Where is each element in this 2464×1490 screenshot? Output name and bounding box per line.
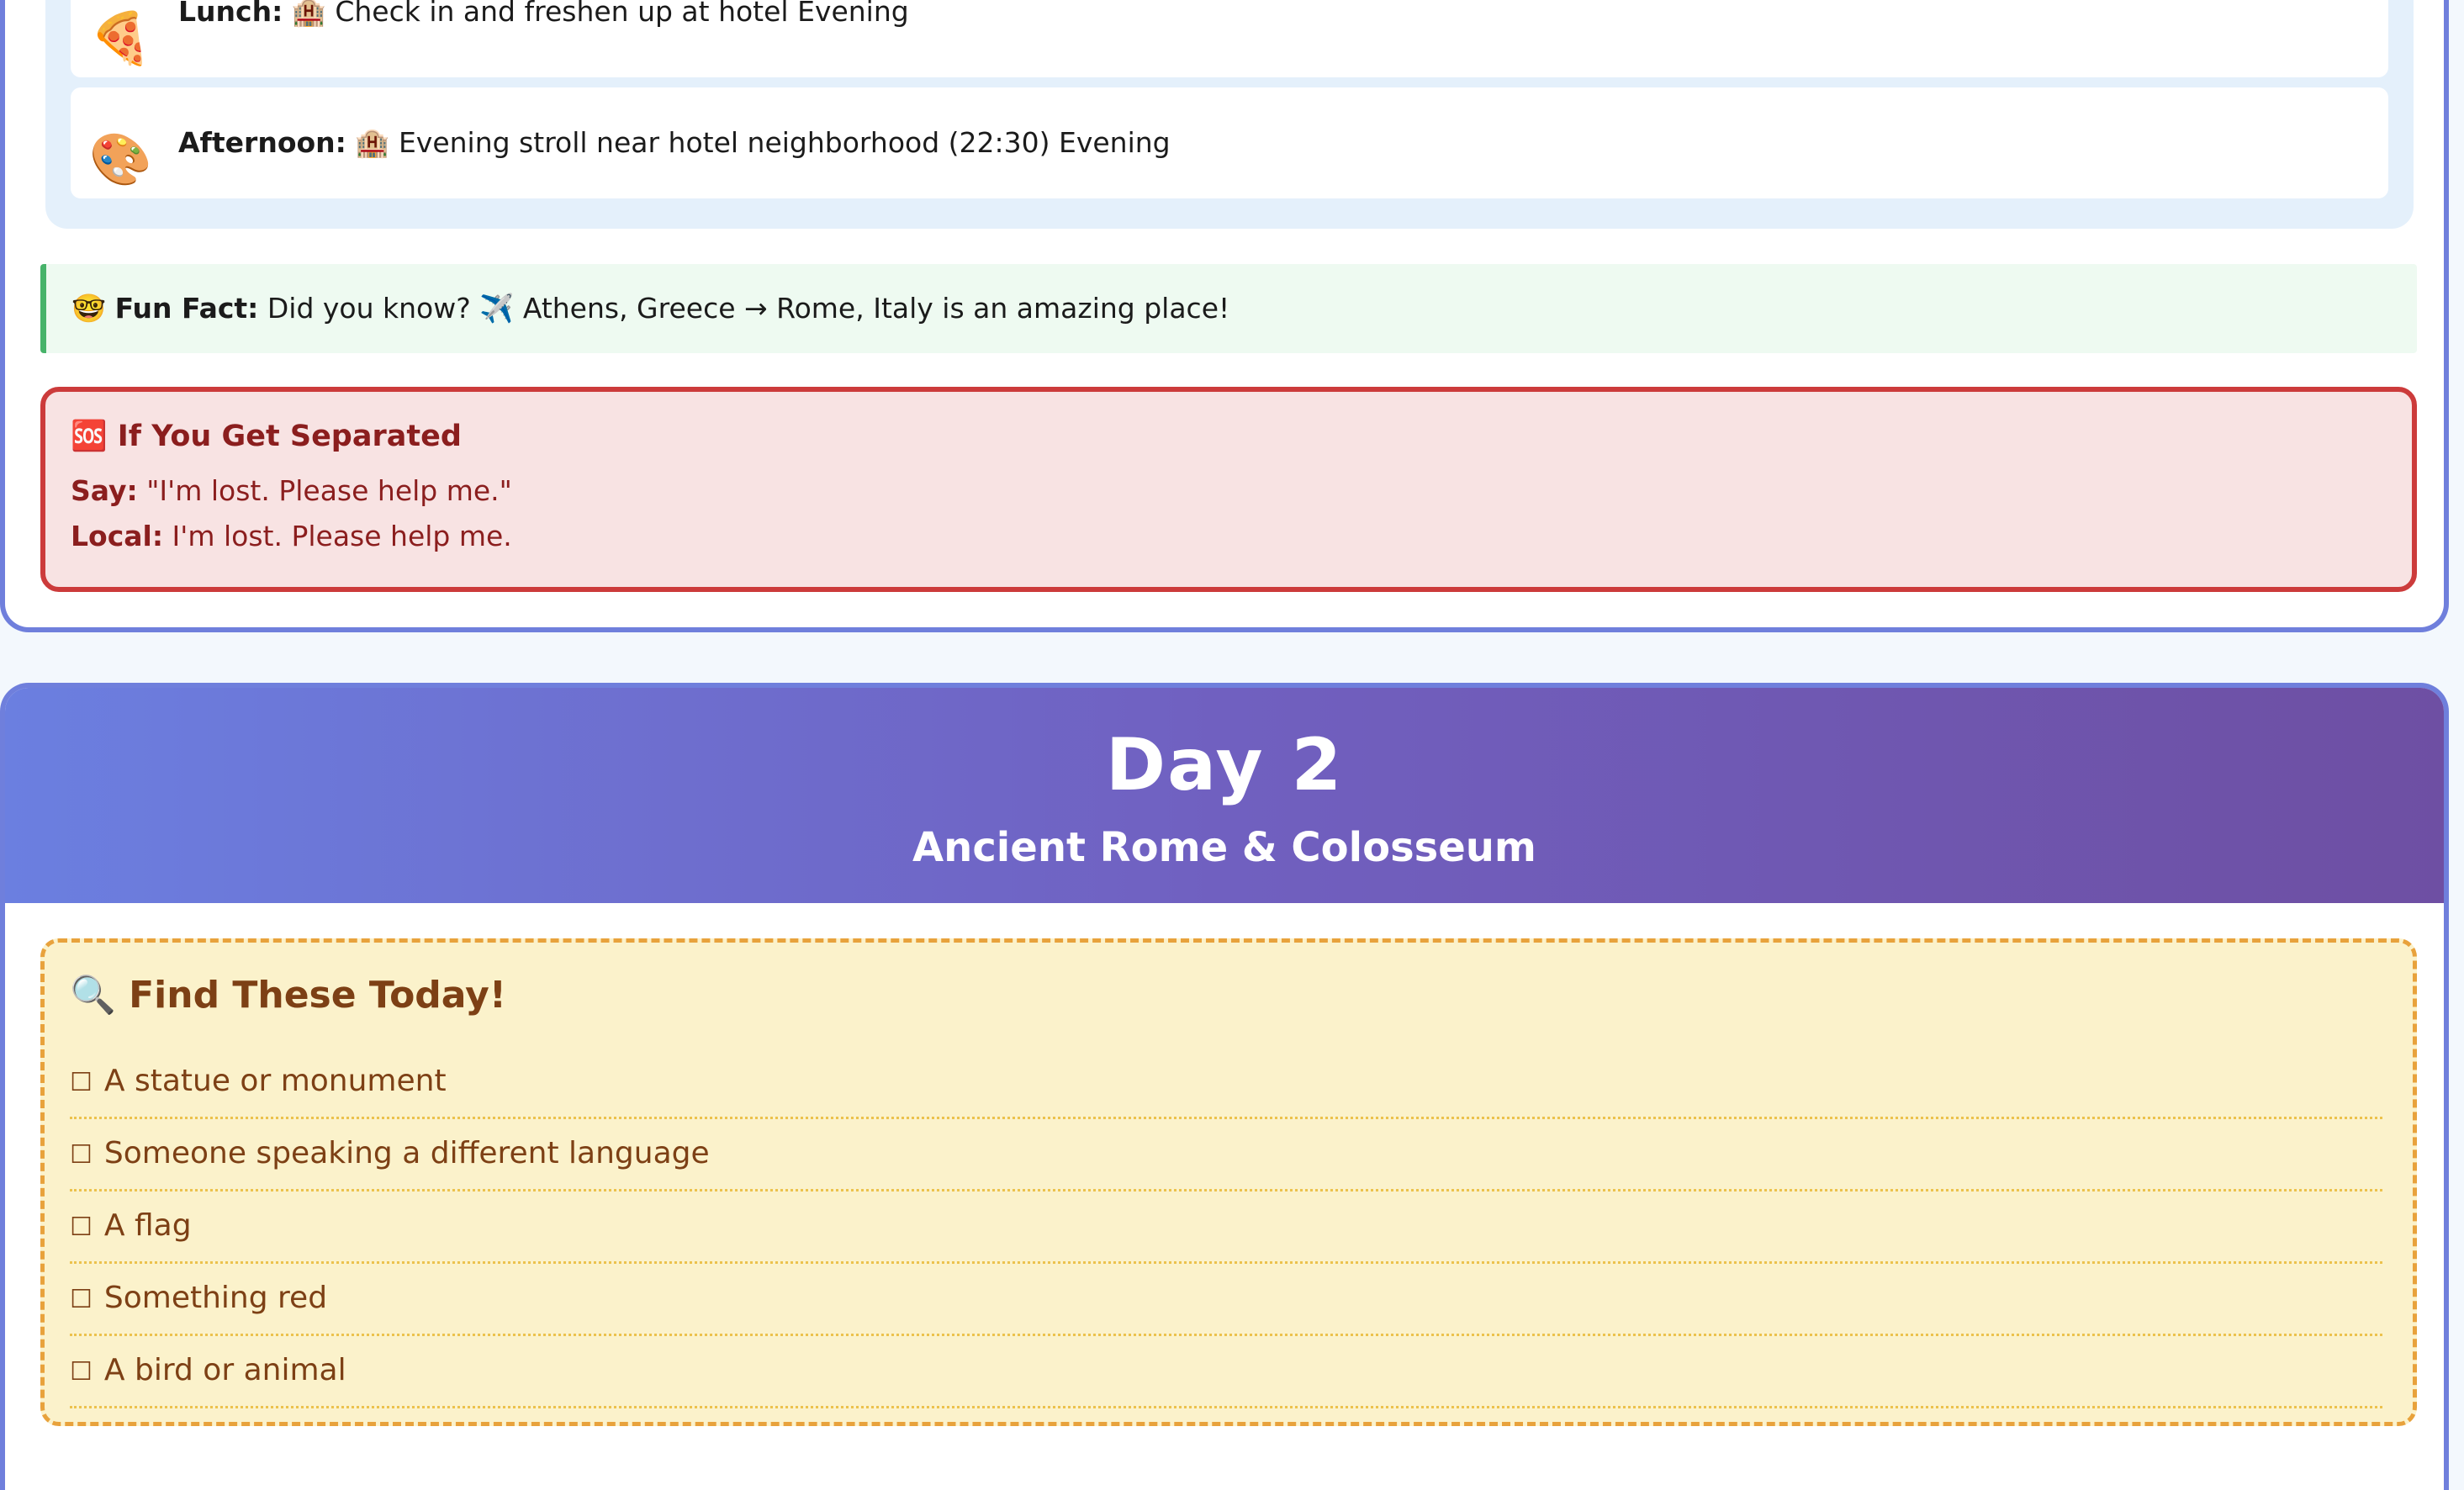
item-label: A flag [103, 1208, 192, 1243]
checkbox-icon[interactable]: ☐ [70, 1121, 93, 1190]
item-label: A statue or monument [103, 1064, 447, 1098]
local-line: Local: I'm lost. Please help me. [71, 520, 512, 552]
pizza-icon: 🍕 [89, 9, 152, 68]
say-line: Say: "I'm lost. Please help me." [71, 474, 512, 507]
say-text: "I'm lost. Please help me." [146, 474, 512, 507]
separated-box: 🆘 If You Get Separated Say: "I'm lost. P… [40, 387, 2417, 592]
activity-label: Lunch: [178, 0, 283, 28]
scavenger-hunt-item[interactable]: ☐ A statue or monument [70, 1047, 2382, 1119]
day-title: Day 2 [1105, 723, 1344, 807]
local-text: I'm lost. Please help me. [172, 520, 512, 552]
activity-description: 🏨 Check in and freshen up at hotel Eveni… [291, 0, 909, 28]
scavenger-hunt-box: 🔍 Find These Today! ☐ A statue or monumen… [40, 938, 2417, 1426]
item-label: Someone speaking a different language [103, 1136, 710, 1170]
fun-fact-text: Did you know? ✈️ Athens, Greece → Rome, … [267, 292, 1230, 325]
activity-text: Afternoon: 🏨 Evening stroll near hotel n… [178, 126, 1171, 160]
checkbox-icon[interactable]: ☐ [70, 1265, 93, 1334]
activity-label: Afternoon: [178, 126, 346, 159]
say-label: Say: [71, 474, 138, 507]
day2-card: Day 2 Ancient Rome & Colosseum 🔍 Find Th… [0, 683, 2449, 1490]
separated-title: 🆘 If You Get Separated [71, 420, 462, 453]
activity-afternoon: 🎨 Afternoon: 🏨 Evening stroll near hotel… [71, 87, 2388, 198]
day-header: Day 2 Ancient Rome & Colosseum [5, 688, 2444, 903]
palette-icon: 🎨 [89, 130, 152, 189]
fun-fact-box: 🤓 Fun Fact: Did you know? ✈️ Athens, Gre… [40, 264, 2417, 353]
item-label: A bird or animal [103, 1353, 346, 1387]
activity-lunch: 🍕 Lunch: 🏨 Check in and freshen up at ho… [71, 0, 2388, 77]
checkbox-icon[interactable]: ☐ [70, 1193, 93, 1262]
schedule-box: 🍕 Lunch: 🏨 Check in and freshen up at ho… [45, 0, 2414, 229]
scavenger-hunt-list: ☐ A statue or monument ☐ Someone speaking … [70, 1047, 2382, 1408]
day-subtitle: Ancient Rome & Colosseum [912, 824, 1536, 871]
activity-text: Lunch: 🏨 Check in and freshen up at hote… [178, 0, 909, 29]
local-label: Local: [71, 520, 164, 552]
checkbox-icon[interactable]: ☐ [70, 1338, 93, 1407]
fun-fact-label: Fun Fact: [114, 292, 259, 325]
scavenger-hunt-item[interactable]: ☐ Something red [70, 1264, 2382, 1336]
scavenger-hunt-item[interactable]: ☐ A flag [70, 1191, 2382, 1264]
day1-card: 🍕 Lunch: 🏨 Check in and freshen up at ho… [0, 0, 2449, 632]
scavenger-hunt-title: 🔍 Find These Today! [70, 974, 506, 1017]
nerd-face-icon: 🤓 [71, 292, 107, 325]
activity-description: 🏨 Evening stroll near hotel neighborhood… [355, 126, 1171, 159]
scavenger-hunt-item[interactable]: ☐ Someone speaking a different language [70, 1119, 2382, 1191]
item-label: Something red [103, 1281, 328, 1315]
checkbox-icon[interactable]: ☐ [70, 1049, 93, 1118]
scavenger-hunt-item[interactable]: ☐ A bird or animal [70, 1336, 2382, 1408]
